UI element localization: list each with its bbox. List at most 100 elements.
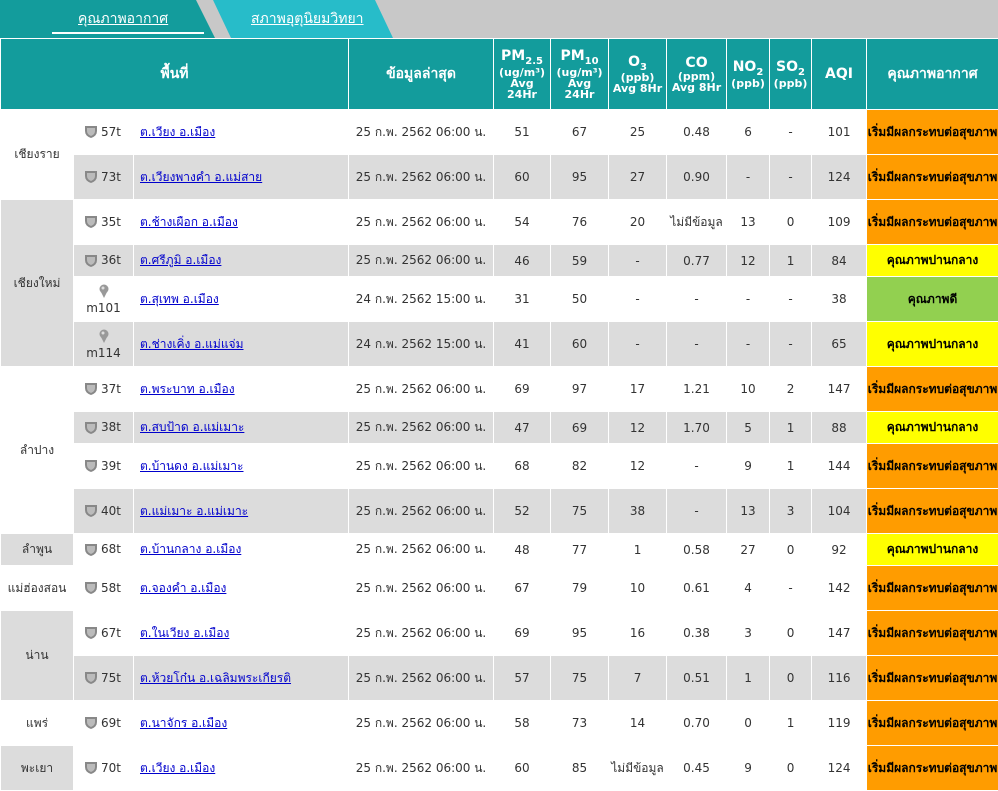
value-aqi: 124 xyxy=(812,746,867,791)
latest-time: 24 ก.พ. 2562 15:00 น. xyxy=(349,322,494,367)
header-aqi: AQI xyxy=(812,39,867,110)
value-aqi: 119 xyxy=(812,701,867,746)
latest-time: 25 ก.พ. 2562 06:00 น. xyxy=(349,444,494,489)
value-o3: - xyxy=(609,322,667,367)
latest-time: 25 ก.พ. 2562 06:00 น. xyxy=(349,367,494,412)
value-so2: 2 xyxy=(770,367,812,412)
station-link[interactable]: ต.เวียงพางคำ อ.แม่สาย xyxy=(140,170,262,184)
header-o3: O3 (ppb) Avg 8Hr xyxy=(609,39,667,110)
value-pm10: 82 xyxy=(551,444,609,489)
station-site: ต.จองคำ อ.เมือง xyxy=(134,566,349,611)
station-site: ต.ช่างเคิ่ง อ.แม่แจ่ม xyxy=(134,322,349,367)
station-id: 37t xyxy=(74,367,134,412)
station-link[interactable]: ต.เวียง อ.เมือง xyxy=(140,761,215,775)
header-so2: SO2 (ppb) xyxy=(770,39,812,110)
value-co: 0.58 xyxy=(667,534,727,566)
value-pm25: 57 xyxy=(494,656,551,701)
station-id: m114 xyxy=(74,322,134,367)
value-no2: 13 xyxy=(727,200,770,245)
value-co: - xyxy=(667,444,727,489)
value-pm25: 46 xyxy=(494,245,551,277)
quality-badge: คุณภาพปานกลาง xyxy=(867,534,998,566)
station-link[interactable]: ต.เวียง อ.เมือง xyxy=(140,125,215,139)
value-no2: - xyxy=(727,155,770,200)
station-link[interactable]: ต.สุเทพ อ.เมือง xyxy=(140,292,219,306)
value-co: - xyxy=(667,322,727,367)
value-pm25: 48 xyxy=(494,534,551,566)
value-co: 1.21 xyxy=(667,367,727,412)
value-no2: - xyxy=(727,322,770,367)
station-row: 75t ต.ห้วยโก๋น อ.เฉลิมพระเกียรติ 25 ก.พ. 2… xyxy=(1,656,998,701)
value-pm10: 60 xyxy=(551,322,609,367)
station-id: 38t xyxy=(74,412,134,444)
header-quality: คุณภาพอากาศ xyxy=(867,39,998,110)
value-aqi: 92 xyxy=(812,534,867,566)
station-link[interactable]: ต.ในเวียง อ.เมือง xyxy=(140,626,229,640)
tab-weather[interactable]: สภาพอุตุนิยมวิทยา xyxy=(213,0,393,38)
shield-icon xyxy=(84,253,101,267)
value-so2: 1 xyxy=(770,245,812,277)
latest-time: 25 ก.พ. 2562 06:00 น. xyxy=(349,110,494,155)
header-pm25: PM2.5 (ug/m³) Avg 24Hr xyxy=(494,39,551,110)
station-row: 36t ต.ศรีภูมิ อ.เมือง 25 ก.พ. 2562 06:00 น… xyxy=(1,245,998,277)
station-id: 70t xyxy=(74,746,134,791)
station-row: 40tต.แม่เมาะ อ.แม่เมาะ25 ก.พ. 2562 06:00… xyxy=(1,489,998,534)
station-link[interactable]: ต.นาจักร อ.เมือง xyxy=(140,716,227,730)
quality-badge: เริ่มมีผลกระทบต่อสุขภาพ xyxy=(867,701,998,746)
latest-time: 25 ก.พ. 2562 06:00 น. xyxy=(349,245,494,277)
station-id: 40t xyxy=(74,489,134,534)
station-id: 68t xyxy=(74,534,134,566)
value-co: 0.45 xyxy=(667,746,727,791)
station-link[interactable]: ต.ช้างเผือก อ.เมือง xyxy=(140,215,238,229)
value-co: 1.70 xyxy=(667,412,727,444)
station-link[interactable]: ต.แม่เมาะ อ.แม่เมาะ xyxy=(140,504,248,518)
shield-icon xyxy=(84,626,101,640)
shield-icon xyxy=(84,170,101,184)
header-co: CO (ppm) Avg 8Hr xyxy=(667,39,727,110)
station-site: ต.เวียงพางคำ อ.แม่สาย xyxy=(134,155,349,200)
station-row: 39tต.บ้านดง อ.แม่เมาะ25 ก.พ. 2562 06:00 … xyxy=(1,444,998,489)
station-row: เชียงใหม่35tต.ช้างเผือก อ.เมือง25 ก.พ. 2… xyxy=(1,200,998,245)
station-row: 73tต.เวียงพางคำ อ.แม่สาย25 ก.พ. 2562 06:… xyxy=(1,155,998,200)
value-pm10: 95 xyxy=(551,611,609,656)
value-o3: 25 xyxy=(609,110,667,155)
latest-time: 25 ก.พ. 2562 06:00 น. xyxy=(349,656,494,701)
station-link[interactable]: ต.พระบาท อ.เมือง xyxy=(140,382,235,396)
station-link[interactable]: ต.ศรีภูมิ อ.เมือง xyxy=(140,253,221,267)
latest-time: 25 ก.พ. 2562 06:00 น. xyxy=(349,746,494,791)
station-row: น่าน67tต.ในเวียง อ.เมือง25 ก.พ. 2562 06:… xyxy=(1,611,998,656)
value-aqi: 104 xyxy=(812,489,867,534)
quality-badge: เริ่มมีผลกระทบต่อสุขภาพ xyxy=(867,367,998,412)
value-pm25: 41 xyxy=(494,322,551,367)
map-pin-icon xyxy=(98,332,110,346)
station-link[interactable]: ต.บ้านกลาง อ.เมือง xyxy=(140,542,241,556)
station-row: พะเยา70tต.เวียง อ.เมือง25 ก.พ. 2562 06:0… xyxy=(1,746,998,791)
value-co: - xyxy=(667,489,727,534)
value-pm10: 95 xyxy=(551,155,609,200)
province-name: ลำปาง xyxy=(1,367,74,534)
value-no2: 0 xyxy=(727,701,770,746)
station-site: ต.พระบาท อ.เมือง xyxy=(134,367,349,412)
station-site: ต.ห้วยโก๋น อ.เฉลิมพระเกียรติ xyxy=(134,656,349,701)
quality-badge: เริ่มมีผลกระทบต่อสุขภาพ xyxy=(867,444,998,489)
station-link[interactable]: ต.ช่างเคิ่ง อ.แม่แจ่ม xyxy=(140,337,244,351)
station-link[interactable]: ต.จองคำ อ.เมือง xyxy=(140,581,226,595)
value-aqi: 144 xyxy=(812,444,867,489)
station-link[interactable]: ต.ห้วยโก๋น อ.เฉลิมพระเกียรติ xyxy=(140,671,291,685)
value-aqi: 142 xyxy=(812,566,867,611)
shield-icon xyxy=(84,215,101,229)
value-aqi: 124 xyxy=(812,155,867,200)
header-row: พื้นที่ ข้อมูลล่าสุด PM2.5 (ug/m³) Avg 2… xyxy=(1,39,998,110)
station-row: ลำปาง37tต.พระบาท อ.เมือง25 ก.พ. 2562 06:… xyxy=(1,367,998,412)
station-row: ลำพูน68tต.บ้านกลาง อ.เมือง25 ก.พ. 2562 0… xyxy=(1,534,998,566)
value-no2: 9 xyxy=(727,444,770,489)
value-pm10: 67 xyxy=(551,110,609,155)
value-aqi: 88 xyxy=(812,412,867,444)
station-id: 75t xyxy=(74,656,134,701)
station-link[interactable]: ต.บ้านดง อ.แม่เมาะ xyxy=(140,459,244,473)
value-pm10: 69 xyxy=(551,412,609,444)
station-id: 36t xyxy=(74,245,134,277)
tab-air-quality[interactable]: คุณภาพอากาศ xyxy=(0,0,215,38)
value-o3: 27 xyxy=(609,155,667,200)
station-link[interactable]: ต.สบป้าด อ.แม่เมาะ xyxy=(140,420,244,434)
